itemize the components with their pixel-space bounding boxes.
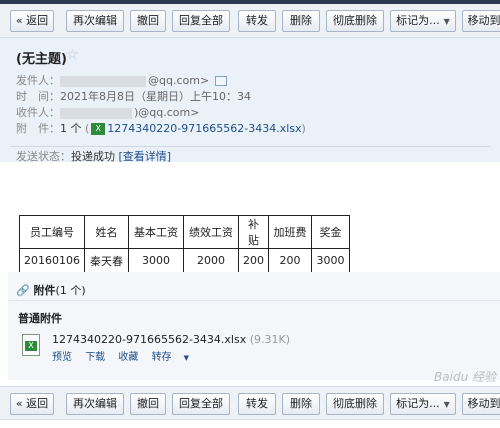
to-row: 收件人： )@qq.com> bbox=[16, 104, 199, 120]
bottom-toolbar: « 返回 再次编辑 撤回 回复全部 转发 删除 彻底删除 标记为... ▼ 移动到 bbox=[0, 386, 500, 420]
table-header-cell: 补贴 bbox=[238, 215, 269, 249]
table-header-cell: 绩效工资 bbox=[183, 215, 239, 249]
reply-all-button[interactable]: 回复全部 bbox=[172, 393, 230, 415]
attachment-file-name[interactable]: 1274340220-971665562-3434.xlsx bbox=[52, 333, 246, 346]
mail-subject: (无主题) bbox=[16, 52, 67, 67]
forward-button[interactable]: 转发 bbox=[238, 10, 276, 32]
back-button[interactable]: « 返回 bbox=[10, 10, 54, 32]
delivery-status: 发送状态：投递成功 [查看详情] bbox=[16, 148, 171, 164]
mark-as-dropdown[interactable]: 标记为... ▼ bbox=[390, 10, 456, 32]
from-value[interactable]: @qq.com> bbox=[148, 74, 209, 87]
star-icon[interactable]: ☆ bbox=[66, 47, 79, 63]
table-cell: 200 bbox=[268, 248, 312, 273]
salary-table: 员工编号 姓名 基本工资 绩效工资 补贴 加班费 奖金 20160106 秦天春… bbox=[19, 215, 350, 273]
delete-button[interactable]: 删除 bbox=[282, 10, 320, 32]
save-to-label: 转存 bbox=[151, 352, 172, 363]
edit-again-button[interactable]: 再次编辑 bbox=[66, 10, 124, 32]
mark-as-label: 标记为... bbox=[396, 397, 440, 410]
from-label: 发件人： bbox=[16, 74, 60, 87]
attachment-actions: 预览 下载 收藏 转存 ▼ bbox=[52, 348, 209, 363]
chevron-down-icon: ▼ bbox=[183, 354, 189, 362]
to-value[interactable]: )@qq.com> bbox=[134, 106, 199, 119]
attachment-file-size: (9.31K) bbox=[249, 333, 291, 346]
table-cell: 3000 bbox=[128, 248, 184, 273]
attachments-title: 🔗 附件(1 个) bbox=[16, 282, 86, 298]
attachments-panel: 🔗 附件(1 个) 普通附件 X 1274340220-971665562-34… bbox=[8, 272, 500, 380]
mark-as-label: 标记为... bbox=[396, 14, 440, 27]
excel-file-icon: X bbox=[91, 123, 106, 135]
normal-attachments-heading: 普通附件 bbox=[18, 312, 62, 325]
contact-card-icon[interactable] bbox=[215, 76, 228, 86]
attachments-divider bbox=[8, 300, 500, 301]
download-link[interactable]: 下载 bbox=[85, 352, 105, 363]
move-to-button[interactable]: 移动到 bbox=[462, 393, 500, 415]
attachments-count: (1 个) bbox=[55, 284, 86, 297]
attachment-label: 附 件： bbox=[16, 122, 60, 135]
table-cell: 3000 bbox=[311, 248, 350, 273]
recall-button[interactable]: 撤回 bbox=[130, 393, 166, 415]
reply-all-button[interactable]: 回复全部 bbox=[172, 10, 230, 32]
top-toolbar: « 返回 再次编辑 撤回 回复全部 转发 删除 彻底删除 标记为... ▼ 移动到 bbox=[0, 4, 500, 38]
time-label: 时 间： bbox=[16, 90, 60, 103]
table-header-cell: 基本工资 bbox=[128, 215, 184, 249]
attachment-count: 1 个 bbox=[60, 122, 82, 135]
watermark-logo: Baidu 经验 bbox=[434, 370, 496, 384]
table-cell: 2000 bbox=[183, 248, 239, 273]
view-details-link[interactable]: [查看详情] bbox=[119, 150, 172, 163]
status-label: 发送状态： bbox=[16, 150, 71, 163]
to-label: 收件人： bbox=[16, 106, 60, 119]
paperclip-icon: 🔗 bbox=[16, 284, 30, 297]
from-row: 发件人： @qq.com> bbox=[16, 72, 228, 88]
table-cell: 秦天春 bbox=[84, 248, 129, 273]
attachment-file: 1274340220-971665562-3434.xlsx (9.31K) bbox=[52, 333, 290, 346]
move-to-button[interactable]: 移动到 bbox=[462, 10, 500, 32]
chevron-down-icon: ▼ bbox=[443, 400, 450, 409]
delete-permanently-button[interactable]: 彻底删除 bbox=[326, 393, 384, 415]
table-header-cell: 员工编号 bbox=[19, 215, 85, 249]
status-value: 投递成功 bbox=[71, 150, 115, 163]
table-row: 20160106 秦天春 3000 2000 200 200 3000 bbox=[19, 248, 350, 273]
excel-file-icon[interactable]: X bbox=[22, 334, 40, 356]
mark-as-dropdown[interactable]: 标记为... ▼ bbox=[390, 393, 456, 415]
table-header-row: 员工编号 姓名 基本工资 绩效工资 补贴 加班费 奖金 bbox=[19, 215, 350, 249]
table-cell: 20160106 bbox=[19, 248, 85, 273]
time-row: 时 间：2021年8月8日（星期日）上午10：34 bbox=[16, 88, 251, 104]
mail-header: (无主题) ☆ 发件人： @qq.com> 时 间：2021年8月8日（星期日）上… bbox=[0, 38, 500, 164]
table-cell: 200 bbox=[238, 248, 269, 273]
preview-link[interactable]: 预览 bbox=[52, 352, 72, 363]
table-header-cell: 姓名 bbox=[84, 215, 129, 249]
time-value: 2021年8月8日（星期日）上午10：34 bbox=[60, 90, 251, 103]
attachment-row: 附 件：1 个 (X 1274340220-971665562-3434.xlsx… bbox=[16, 122, 306, 135]
table-header-cell: 加班费 bbox=[268, 215, 312, 249]
attachment-link[interactable]: 1274340220-971665562-3434.xlsx bbox=[107, 122, 301, 135]
attachments-title-text: 附件 bbox=[33, 284, 56, 297]
favorite-link[interactable]: 收藏 bbox=[118, 352, 138, 363]
chevron-down-icon: ▼ bbox=[443, 17, 450, 26]
back-button[interactable]: « 返回 bbox=[10, 393, 54, 415]
table-header-cell: 奖金 bbox=[311, 215, 350, 249]
delete-button[interactable]: 删除 bbox=[282, 393, 320, 415]
delete-permanently-button[interactable]: 彻底删除 bbox=[326, 10, 384, 32]
recall-button[interactable]: 撤回 bbox=[130, 10, 166, 32]
redacted-recipient bbox=[60, 107, 132, 119]
edit-again-button[interactable]: 再次编辑 bbox=[66, 393, 124, 415]
header-divider bbox=[10, 146, 490, 147]
save-to-dropdown[interactable]: 转存 ▼ bbox=[152, 352, 199, 363]
forward-button[interactable]: 转发 bbox=[238, 393, 276, 415]
redacted-sender bbox=[60, 75, 146, 87]
